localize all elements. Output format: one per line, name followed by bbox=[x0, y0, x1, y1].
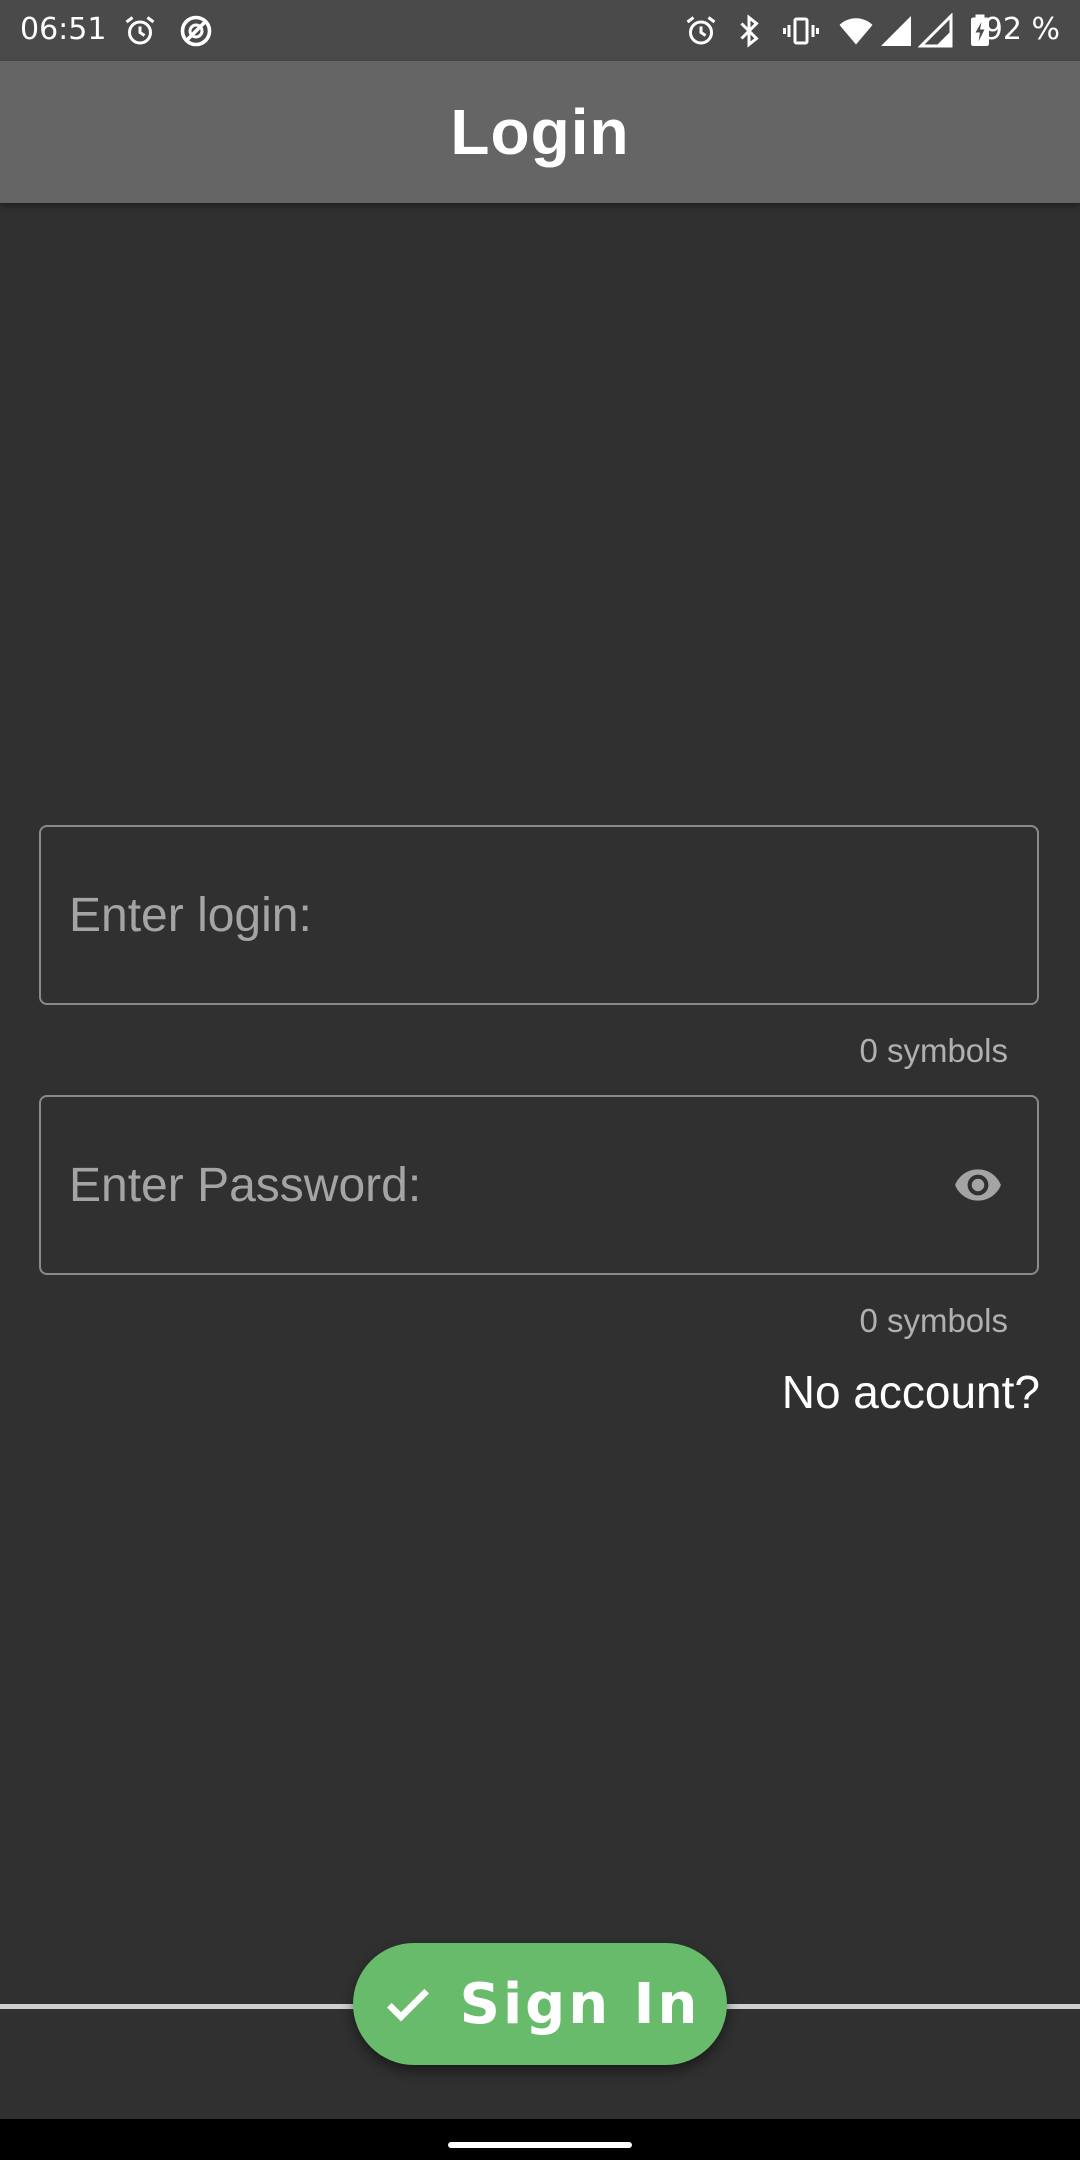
page-title: Login bbox=[450, 96, 630, 168]
app-bar: Login bbox=[0, 61, 1080, 203]
do-not-disturb-icon bbox=[178, 13, 214, 49]
bluetooth-icon bbox=[731, 13, 767, 49]
login-symbol-counter: 0 symbols bbox=[859, 1032, 1008, 1069]
login-input[interactable] bbox=[69, 827, 949, 1003]
home-gesture-handle[interactable] bbox=[448, 2142, 632, 2148]
login-field[interactable] bbox=[39, 825, 1039, 1005]
eye-icon[interactable] bbox=[949, 1160, 1007, 1210]
password-symbol-counter: 0 symbols bbox=[859, 1302, 1008, 1339]
signal-icon bbox=[878, 13, 914, 49]
sign-in-label: Sign In bbox=[459, 1971, 701, 2037]
check-icon bbox=[380, 1976, 436, 2032]
login-screen: 06:51 92 % Login Enter login: 0 symbols … bbox=[0, 0, 1080, 2160]
status-bar: 06:51 92 % bbox=[0, 0, 1080, 61]
signal-icon bbox=[918, 13, 954, 49]
battery-percent: 92 % bbox=[983, 12, 1060, 47]
no-account-link[interactable]: No account? bbox=[782, 1365, 1040, 1419]
alarm-icon bbox=[683, 13, 719, 49]
alarm-icon bbox=[122, 13, 158, 49]
password-input[interactable] bbox=[69, 1097, 949, 1273]
wifi-icon bbox=[838, 13, 874, 49]
sign-in-button[interactable]: Sign In bbox=[353, 1943, 727, 2065]
password-field[interactable] bbox=[39, 1095, 1039, 1275]
status-time: 06:51 bbox=[20, 12, 107, 47]
system-nav-bar bbox=[0, 2119, 1080, 2160]
vibrate-icon bbox=[783, 13, 819, 49]
